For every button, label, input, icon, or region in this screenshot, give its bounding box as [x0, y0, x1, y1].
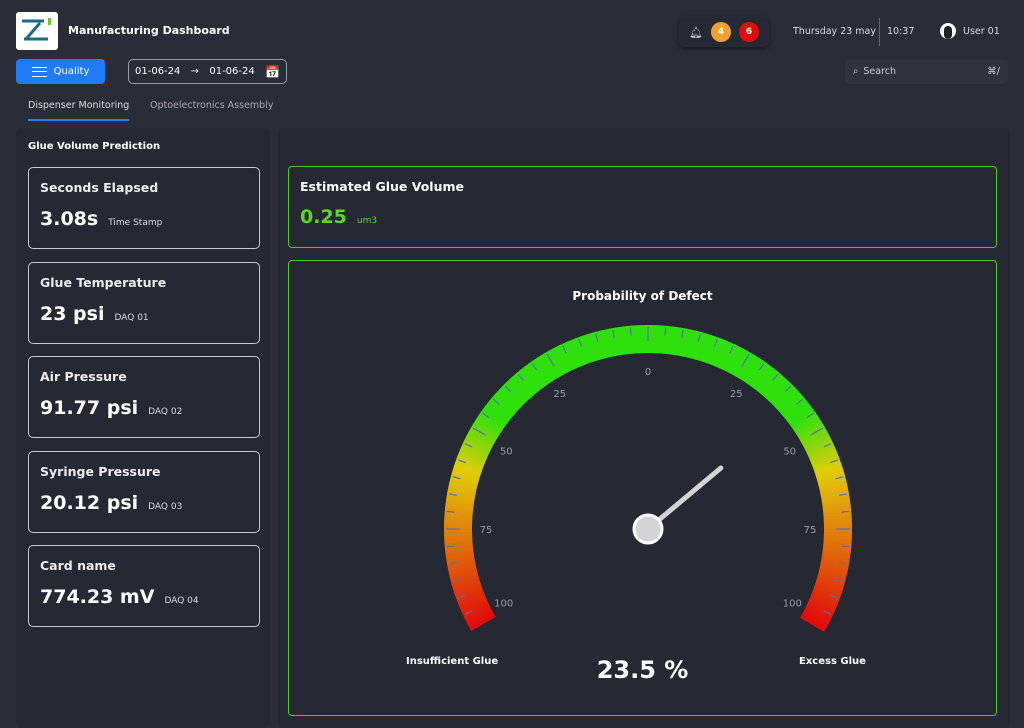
gauge-tick-label: 50	[783, 446, 796, 457]
metric-label: Seconds Elapsed	[40, 180, 159, 195]
gauge-tick	[664, 327, 667, 336]
metric-label: Syringe Pressure	[40, 463, 161, 479]
metric-label: Air Pressure	[40, 369, 127, 384]
gauge-tick	[629, 327, 632, 336]
gauge-tick-label: 50	[500, 446, 513, 457]
metric-card: Card name 774.23 mV DAQ 04	[28, 545, 260, 627]
prediction-panel: Estimated Glue Volume 0.25 um3 Probabili…	[278, 128, 1010, 728]
metric-value: 3.08s	[40, 208, 99, 230]
search-shortcut: ⌘/	[987, 66, 1000, 77]
bell-icon[interactable]: 🔔︎	[689, 26, 703, 39]
search-input[interactable]: ⌕ Search ⌘/	[845, 59, 1008, 84]
gauge-tick	[841, 545, 850, 548]
metric-card: Glue Temperature 23 psi DAQ 01	[28, 261, 260, 344]
error-badge[interactable]: 6	[738, 22, 759, 42]
logo	[16, 12, 58, 50]
estimated-glue-volume-card: Estimated Glue Volume 0.25 um3	[288, 166, 997, 248]
glue-volume-panel: Glue Volume Prediction Seconds Elapsed 3.…	[16, 128, 270, 728]
gauge-tick	[446, 545, 455, 548]
metric-source: DAQ 03	[148, 501, 183, 512]
gauge-tick-label: 100	[494, 599, 513, 610]
quality-menu-button[interactable]: Quality	[16, 59, 105, 84]
metric-source: DAQ 01	[114, 312, 149, 323]
date-from[interactable]: 01-06-24	[135, 66, 180, 77]
date-to[interactable]: 01-06-24	[209, 66, 254, 77]
estimate-unit: um3	[356, 216, 378, 226]
estimate-label: Estimated Glue Volume	[300, 179, 464, 194]
search-placeholder: Search	[863, 66, 896, 77]
search-icon: ⌕	[853, 66, 859, 77]
metric-card: Air Pressure 91.77 psi DAQ 02	[28, 356, 260, 438]
divider	[879, 18, 880, 46]
quality-label: Quality	[53, 66, 90, 77]
gauge-needle-hub	[632, 513, 664, 545]
metric-value: 23 psi	[40, 302, 105, 325]
gauge-tick-label: 25	[553, 389, 566, 400]
metric-card: Seconds Elapsed 3.08s Time Stamp	[28, 167, 260, 249]
arrow-icon: →	[190, 66, 200, 77]
estimate-value: 0.25	[300, 206, 347, 228]
gauge-readout: 23.5 %	[596, 656, 689, 684]
warning-badge[interactable]: 4	[710, 22, 731, 42]
gauge-tick-label: 25	[730, 389, 743, 400]
panel-title: Glue Volume Prediction	[28, 141, 161, 152]
tab-optoelectronics-assembly[interactable]: Optoelectronics Assembly	[150, 100, 273, 111]
tab-dispenser-monitoring[interactable]: Dispenser Monitoring	[28, 100, 130, 121]
defect-gauge: 0 25 25 50 50 75 75 100 100	[444, 325, 852, 632]
app-title: Manufacturing Dashboard	[68, 24, 230, 37]
metric-value: 20.12 psi	[40, 491, 139, 514]
metric-card: Syringe Pressure 20.12 psi DAQ 03	[28, 450, 260, 533]
gauge-tick-label: 100	[783, 599, 802, 610]
defect-gauge-card: Probability of Defect 0 25 25 50 50 75 75 100 10…	[288, 260, 997, 716]
date-range-picker[interactable]: 01-06-24 → 01-06-24 📅	[128, 59, 287, 84]
gauge-tick-label: 0	[645, 367, 651, 378]
metric-source: Time Stamp	[108, 218, 163, 228]
metric-source: DAQ 02	[148, 407, 183, 417]
user-name[interactable]: User 01	[963, 26, 1000, 37]
date-display: Thursday 23 may	[793, 26, 876, 37]
metric-source: DAQ 04	[164, 596, 199, 606]
metric-value: 774.23 mV	[40, 586, 155, 608]
time-display: 10:37	[887, 26, 915, 37]
notifications[interactable]: 🔔︎ 4 6	[679, 17, 769, 47]
metric-label: Glue Temperature	[40, 274, 167, 290]
gauge-tick-label: 75	[804, 525, 817, 536]
gauge-tick-label: 75	[480, 525, 493, 536]
calendar-clock-icon[interactable]: 📅	[265, 65, 280, 79]
avatar[interactable]	[940, 23, 956, 39]
metric-value: 91.77 psi	[40, 397, 139, 419]
metric-label: Card name	[40, 558, 116, 573]
hamburger-icon	[31, 66, 47, 77]
gauge-tick	[841, 510, 850, 513]
gauge-tick	[446, 510, 455, 513]
